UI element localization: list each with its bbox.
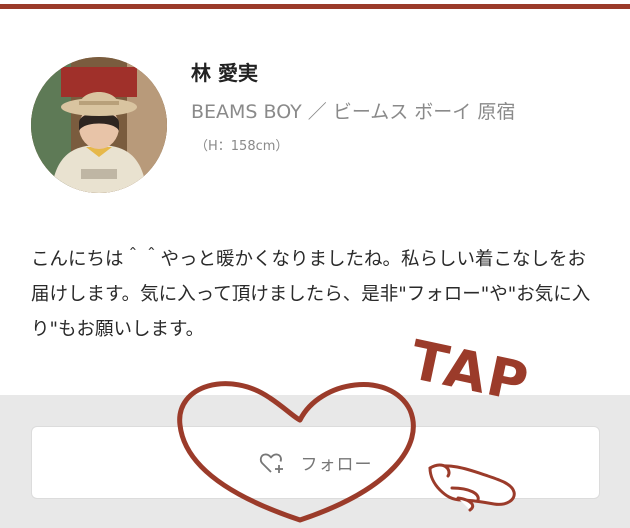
staff-name: 林 愛実 [191, 61, 258, 85]
staff-profile: 林 愛実 BEAMS BOY ／ ビームス ボーイ 原宿 （H：158cm） こ… [0, 10, 630, 395]
top-accent-bar [0, 0, 630, 10]
follow-area: フォロー [0, 395, 630, 528]
avatar-photo [31, 57, 167, 193]
staff-height: （H：158cm） [195, 139, 289, 154]
staff-bio: こんにちは＾＾やっと暖かくなりましたね。私らしい着こなしをお届けします。気に入っ… [31, 249, 591, 340]
shop-name[interactable]: BEAMS BOY ／ ビームス ボーイ 原宿 [191, 97, 515, 124]
heart-plus-icon [259, 453, 283, 473]
follow-button-label: フォロー [300, 455, 373, 475]
follow-button[interactable]: フォロー [31, 426, 600, 499]
avatar [31, 57, 167, 193]
